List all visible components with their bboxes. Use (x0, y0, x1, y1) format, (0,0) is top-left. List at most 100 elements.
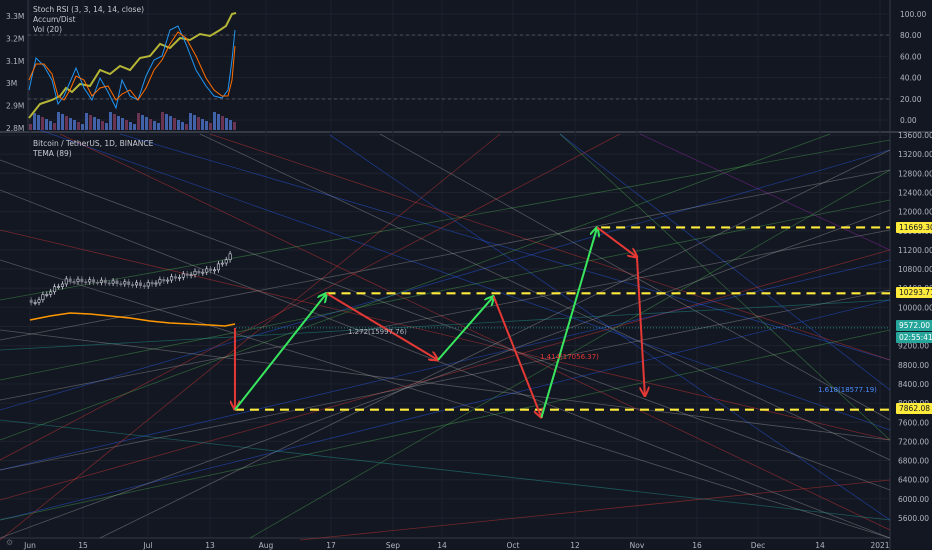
candle-body (99, 279, 103, 283)
candle-body (224, 259, 228, 264)
trend-line (0, 289, 891, 471)
trend-line (0, 149, 891, 411)
candle-body (103, 279, 107, 284)
volume-bar (65, 116, 68, 130)
candle-body (209, 268, 213, 271)
candle-body (49, 291, 53, 295)
projection-arrow-down (492, 295, 542, 417)
price-tick-label: 13600.00 (898, 131, 932, 140)
trend-line (0, 229, 891, 401)
countdown-tag: 02:55:41 (896, 332, 932, 343)
candle-body (197, 270, 201, 274)
volume-bar (129, 122, 132, 130)
candle-body (150, 282, 154, 285)
candle-body (146, 282, 150, 287)
price-tick-label: 12000.00 (898, 208, 932, 217)
candle-body (193, 270, 197, 275)
price-tick-label: 12800.00 (898, 169, 932, 178)
time-tick-label: Jun (23, 541, 36, 550)
candle-body (135, 282, 139, 286)
trend-line (0, 133, 621, 461)
candle-body (142, 285, 146, 287)
time-tick-label: 14 (815, 541, 825, 550)
chart-canvas[interactable]: 13600.00 13200.00 12800.00 12400.00 12000.00… (0, 0, 932, 550)
legend-accum-dist[interactable]: Accum/Dist (33, 15, 144, 25)
candle-body (166, 279, 170, 282)
time-tick-label: Sep (386, 541, 400, 550)
level-tag-mid: 10293.71 (896, 287, 932, 298)
volume-bar (45, 119, 48, 130)
volume-bar (85, 113, 88, 130)
trend-line (0, 169, 891, 341)
volume-bar (117, 116, 120, 130)
price-tick-label: 9200.00 (898, 342, 929, 351)
volume-bar (81, 124, 84, 130)
trend-line (0, 329, 891, 521)
volume-bar (77, 122, 80, 130)
price-tick-label: 10800.00 (898, 265, 932, 274)
candle-body (158, 279, 162, 284)
candle-body (60, 283, 64, 287)
time-tick-label: Nov (630, 541, 645, 550)
volume-bar (181, 122, 184, 130)
accum-tick-label: 3.2M (6, 34, 24, 43)
trend-line (0, 259, 891, 539)
volume-bar (205, 121, 208, 130)
candle-body (185, 273, 189, 276)
price-tick-label: 10000.00 (898, 303, 932, 312)
accum-tick-label: 3.3M (6, 12, 24, 21)
time-tick-label: 13 (205, 541, 215, 550)
trend-line (199, 133, 891, 461)
trend-line (0, 133, 831, 441)
candle-body (107, 282, 111, 285)
volume-bar (185, 124, 188, 130)
volume-bar (177, 120, 180, 130)
main-legend: Bitcoin / TetherUS, 1D, BINANCE TEMA (89… (33, 139, 153, 159)
candle-body (123, 281, 127, 285)
time-tick-label: Oct (507, 541, 520, 550)
candle-body (138, 282, 142, 286)
volume-bar (57, 112, 60, 130)
candle-body (181, 273, 185, 278)
candle-body (72, 281, 76, 283)
candle-body (154, 282, 158, 285)
volume-bar (221, 116, 224, 130)
volume-bar (37, 115, 40, 130)
volume-bar (33, 113, 36, 130)
volume-bar (217, 114, 220, 130)
osc-tick-label: 0.00 (900, 116, 917, 125)
candle-body (115, 280, 119, 284)
candle-body (37, 299, 41, 303)
volume-bar (173, 118, 176, 130)
volume-bar (153, 121, 156, 130)
price-tick-label: 7600.00 (898, 418, 929, 427)
trend-line (0, 329, 891, 441)
time-tick-label: Jul (142, 541, 152, 550)
current-price-tag: 9572.00 (896, 320, 932, 331)
time-tick-label: 14 (437, 541, 447, 550)
price-tick-label: 8400.00 (898, 380, 929, 389)
legend-tema[interactable]: TEMA (89) (33, 149, 153, 159)
volume-bar (149, 119, 152, 130)
legend-volume[interactable]: Vol (20) (33, 25, 144, 35)
price-tick-label: 13200.00 (898, 150, 932, 159)
candle-body (131, 284, 135, 286)
price-tick-label: 12400.00 (898, 188, 932, 197)
accum-tick-label: 2.8M (6, 124, 24, 133)
volume-bar (89, 115, 92, 130)
legend-stoch-rsi[interactable]: Stoch RSI (3, 3, 14, 14, close) (33, 5, 144, 15)
volume-bar (229, 120, 232, 130)
projection-arrow-up (234, 293, 327, 411)
candle-body (96, 282, 100, 284)
gear-icon[interactable]: ⚙ (6, 538, 13, 547)
price-tick-label: 7200.00 (898, 437, 929, 446)
fib-label-1618: 1.618(18577.19) (818, 386, 877, 394)
volume-bar (157, 123, 160, 130)
level-tag-low: 7862.08 (896, 403, 932, 414)
volume-bar (193, 115, 196, 130)
candle-body (76, 278, 80, 282)
volume-bar (61, 114, 64, 130)
legend-symbol[interactable]: Bitcoin / TetherUS, 1D, BINANCE (33, 139, 153, 149)
time-tick-label: 15 (78, 541, 88, 550)
trend-line (0, 419, 891, 521)
